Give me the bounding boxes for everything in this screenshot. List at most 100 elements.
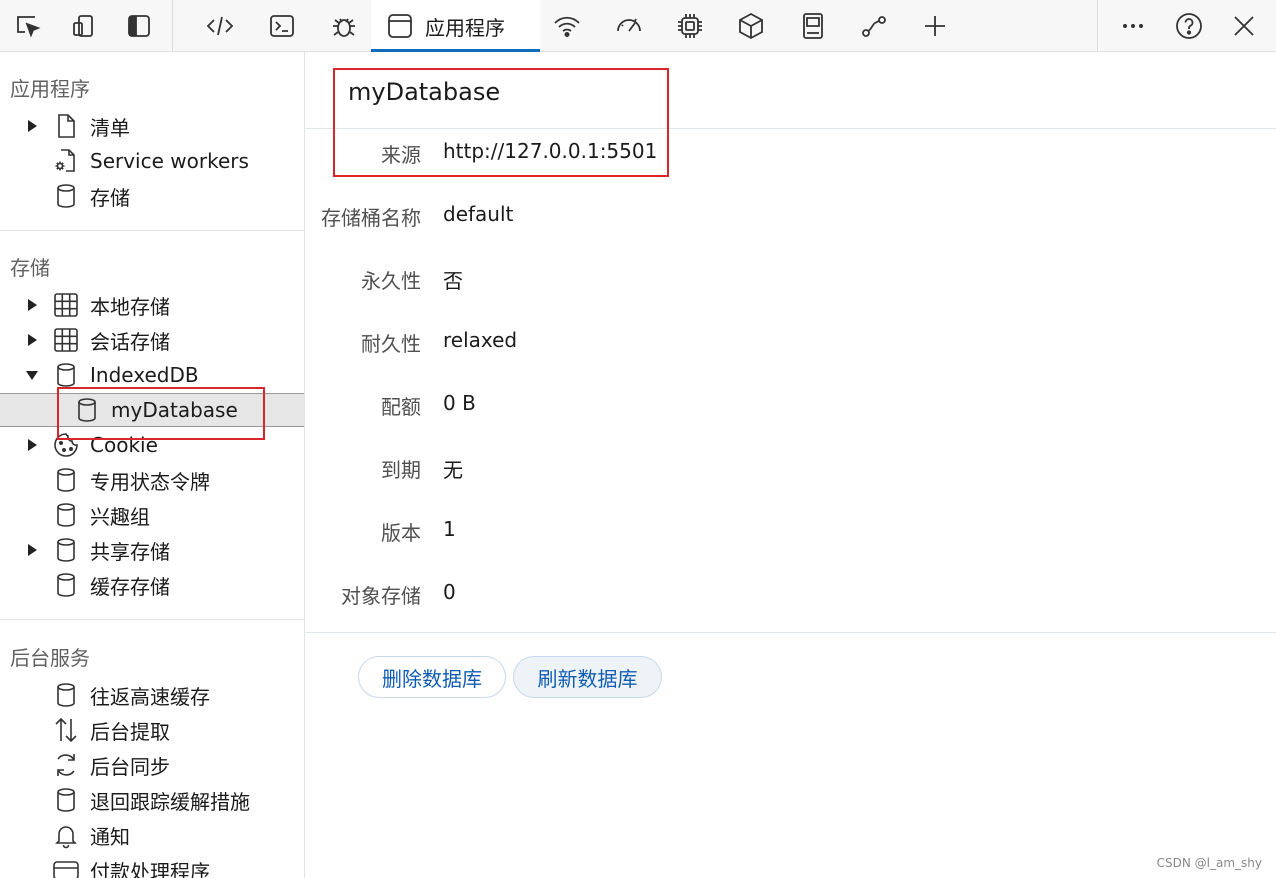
sidebar-item-cache-storage[interactable]: 缓存存储 [0,568,304,602]
section-divider [0,230,304,231]
field-value: 0 [443,580,456,604]
device-emulation-icon[interactable] [63,6,103,46]
sidebar-item-label: 共享存储 [90,539,170,564]
sync-icon [52,751,80,779]
database-icon [52,681,80,709]
sidebar-item-label: 会话存储 [90,329,170,354]
field-persistent: 永久性 否 [306,265,1276,299]
application-icon [388,14,412,38]
sidebar-item-label: myDatabase [111,398,238,422]
expand-arrow-icon[interactable] [25,438,39,452]
field-expiration: 到期 无 [306,454,1276,488]
sidebar-item-label: 付款处理程序 [90,859,210,878]
sidebar-item-interest-groups[interactable]: 兴趣组 [0,498,304,532]
footer-divider [306,632,1276,633]
database-icon [52,501,80,529]
elements-icon[interactable] [200,6,240,46]
sidebar-item-bounce-tracking[interactable]: 退回跟踪缓解措施 [0,783,304,817]
field-value: http://127.0.0.1:5501 [443,139,658,163]
field-value: 1 [443,517,456,541]
field-key: 永久性 [361,269,421,293]
field-key: 来源 [381,143,421,167]
up-down-arrows-icon [52,716,80,744]
cookie-icon [52,431,80,459]
debug-icon[interactable] [324,6,364,46]
sidebar-item-storage[interactable]: 存储 [0,179,304,213]
inspect-icon[interactable] [8,6,48,46]
field-value: 无 [443,458,463,482]
sidebar-item-label: 通知 [90,824,130,849]
database-icon [73,396,101,424]
grid-icon [52,291,80,319]
gear-file-icon [52,147,80,175]
close-icon[interactable] [1224,6,1264,46]
sidebar-item-private-state-tokens[interactable]: 专用状态令牌 [0,463,304,497]
help-icon[interactable] [1169,6,1209,46]
add-tool-icon[interactable] [915,6,955,46]
sidebar-item-shared-storage[interactable]: 共享存储 [0,533,304,567]
field-origin: 来源 http://127.0.0.1:5501 [306,139,1276,173]
console-icon[interactable] [262,6,302,46]
toolbar-divider [1097,0,1098,52]
3d-view-icon[interactable] [731,6,771,46]
sidebar-item-notifications[interactable]: 通知 [0,818,304,852]
issues-icon[interactable] [793,6,833,46]
flows-icon[interactable] [854,6,894,46]
sidebar-item-bfcache[interactable]: 往返高速缓存 [0,678,304,712]
sidebar-item-session-storage[interactable]: 会话存储 [0,323,304,357]
sidebar-item-service-workers[interactable]: Service workers [0,144,304,178]
field-value: default [443,202,514,226]
field-value: 否 [443,269,463,293]
sidebar-item-label: 缓存存储 [90,574,170,599]
performance-icon[interactable] [609,6,649,46]
section-divider [0,619,304,620]
sidebar-item-label: 退回跟踪缓解措施 [90,789,250,814]
field-durability: 耐久性 relaxed [306,328,1276,362]
sidebar-item-label: 存储 [90,185,130,210]
network-icon[interactable] [547,6,587,46]
field-value: relaxed [443,328,518,352]
sidebar-item-background-fetch[interactable]: 后台提取 [0,713,304,747]
sidebar-item-label: 往返高速缓存 [90,684,210,709]
field-quota: 配额 0 B [306,391,1276,425]
field-object-stores: 对象存储 0 [306,580,1276,614]
section-title-background-services: 后台服务 [10,646,90,670]
memory-icon[interactable] [670,6,710,46]
more-icon[interactable] [1113,6,1153,46]
sidebar-item-label: 后台提取 [90,719,170,744]
expand-arrow-icon[interactable] [25,119,39,133]
collapse-arrow-icon[interactable] [25,368,39,382]
section-title-storage: 存储 [10,256,50,280]
field-key: 对象存储 [341,584,421,608]
field-bucket-name: 存储桶名称 default [306,202,1276,236]
database-details-panel: myDatabase 来源 http://127.0.0.1:5501 存储桶名… [306,52,1276,878]
sidebar-item-cookie[interactable]: Cookie [0,428,304,462]
database-icon [52,571,80,599]
card-icon [52,856,80,878]
sidebar-item-label: 专用状态令牌 [90,469,210,494]
expand-arrow-icon[interactable] [25,333,39,347]
delete-database-button[interactable]: 删除数据库 [358,656,506,698]
expand-arrow-icon[interactable] [25,298,39,312]
expand-arrow-icon[interactable] [25,543,39,557]
sidebar-item-manifest[interactable]: 清单 [0,109,304,143]
sidebar-item-label: 后台同步 [90,754,170,779]
grid-icon [52,326,80,354]
sidebar-item-label: 本地存储 [90,294,170,319]
bell-icon [52,821,80,849]
field-value: 0 B [443,391,476,415]
section-title-application: 应用程序 [10,77,90,101]
sidebar-item-label: Cookie [90,433,158,457]
sidebar-item-payment-handler[interactable]: 付款处理程序 [0,853,304,878]
sidebar-item-label: 兴趣组 [90,504,150,529]
tab-application[interactable]: 应用程序 [371,0,540,52]
field-version: 版本 1 [306,517,1276,551]
sidebar-item-indexeddb[interactable]: IndexedDB [0,358,304,392]
field-key: 耐久性 [361,332,421,356]
sidebar-item-mydatabase[interactable]: myDatabase [0,393,304,427]
refresh-database-button[interactable]: 刷新数据库 [513,656,662,698]
field-key: 到期 [381,458,421,482]
sidebar-item-background-sync[interactable]: 后台同步 [0,748,304,782]
sidebar-item-local-storage[interactable]: 本地存储 [0,288,304,322]
sidebar-toggle-icon[interactable] [119,6,159,46]
